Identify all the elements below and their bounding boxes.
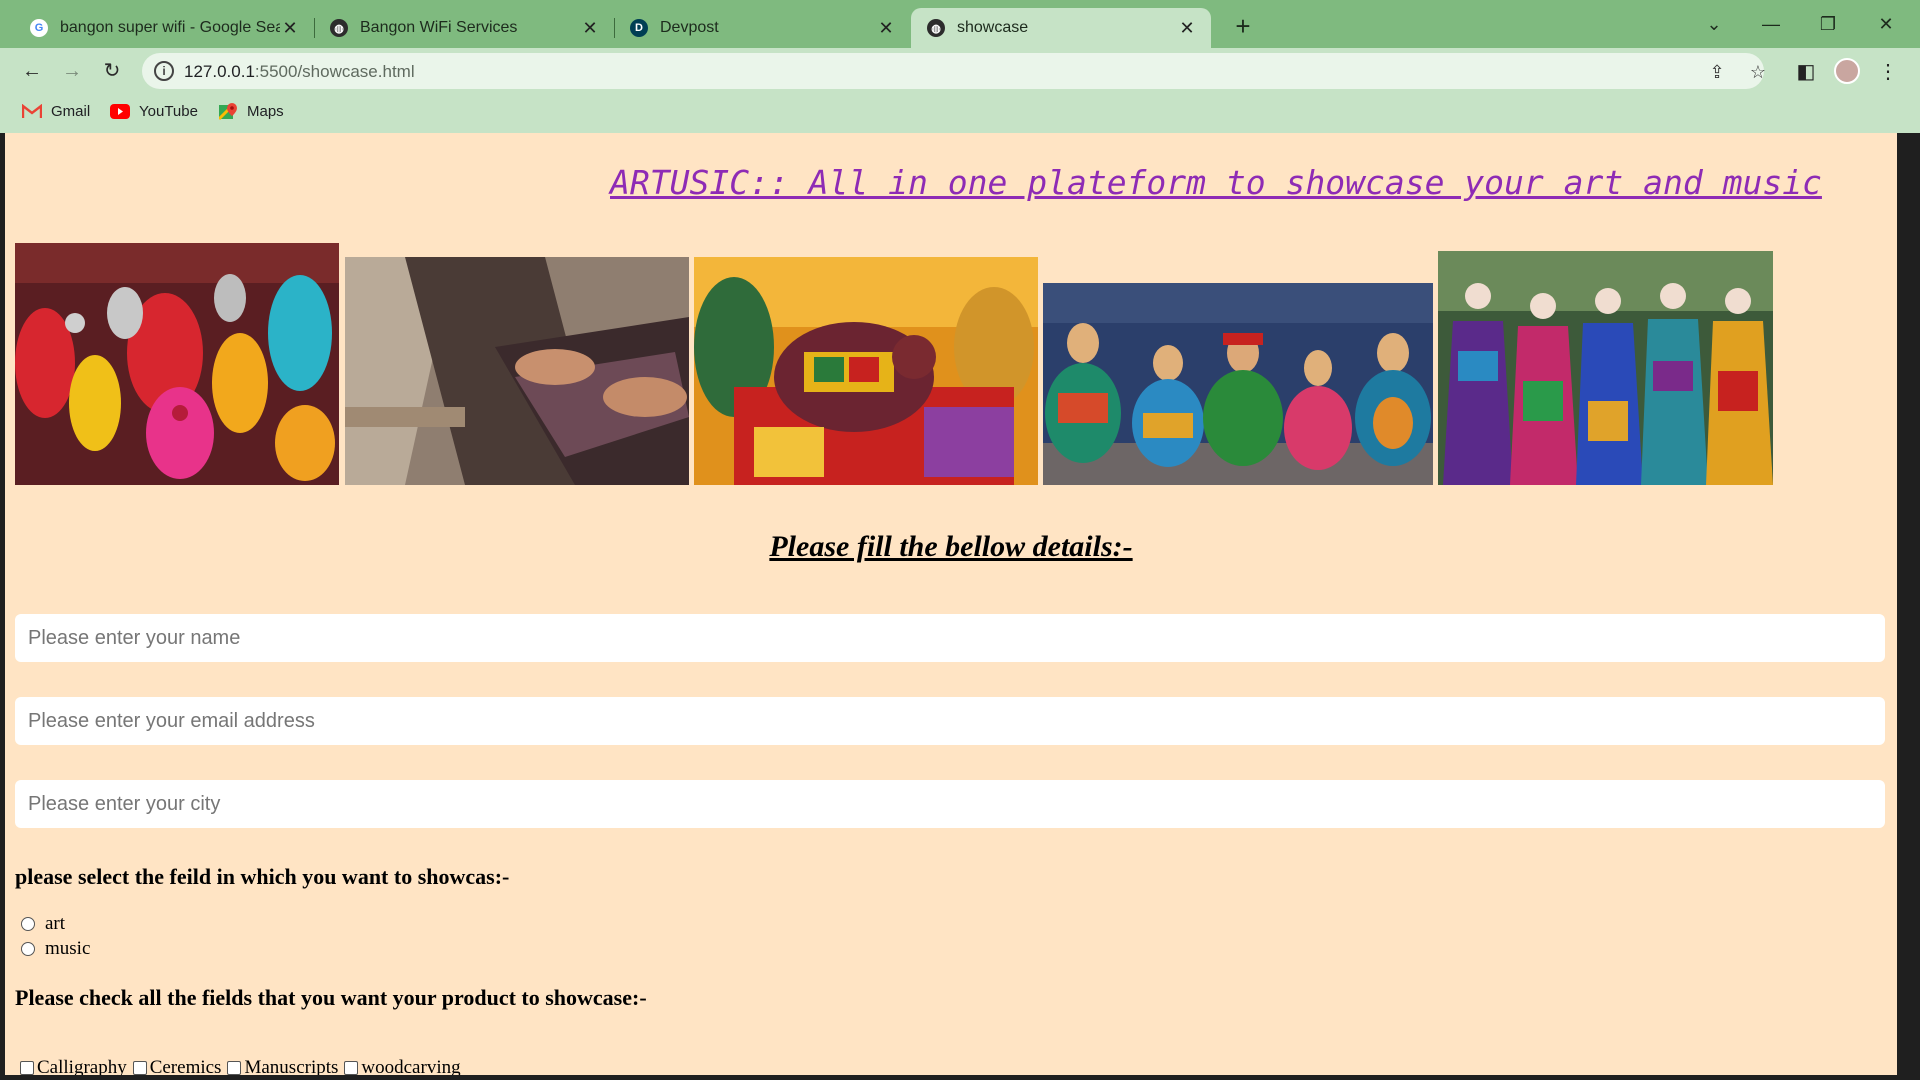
- browser-toolbar: ← → ↻ i 127.0.0.1:5500/showcase.html ⇪ ☆…: [0, 48, 1920, 93]
- image-gallery: [15, 237, 1785, 485]
- woodcarving-checkbox[interactable]: [344, 1061, 359, 1075]
- puppets-photo: [1438, 251, 1773, 485]
- gmail-icon: [22, 104, 42, 120]
- globe-icon: ◍: [927, 19, 945, 37]
- radio-label: art: [45, 913, 66, 934]
- tab-google-search[interactable]: G bangon super wifi - Google Sear ✕: [14, 8, 314, 48]
- restore-button[interactable]: ❐: [1808, 8, 1848, 40]
- side-panel-icon[interactable]: ◧: [1792, 58, 1820, 86]
- tab-devpost[interactable]: D Devpost ✕: [614, 8, 910, 48]
- site-info-icon[interactable]: i: [154, 61, 174, 81]
- page-viewport: ARTUSIC:: All in one plateform to showca…: [5, 133, 1897, 1075]
- tab-title: showcase: [957, 19, 1029, 36]
- close-window-button[interactable]: ✕: [1866, 8, 1906, 40]
- tab-showcase[interactable]: ◍ showcase ✕: [911, 8, 1211, 48]
- page-title[interactable]: ARTUSIC:: All in one plateform to showca…: [610, 163, 1822, 202]
- field-question-label: please select the feild in which you wan…: [15, 864, 510, 889]
- url-host: 127.0.0.1: [184, 62, 255, 81]
- globe-icon: ◍: [330, 19, 348, 37]
- tab-bangon-wifi[interactable]: ◍ Bangon WiFi Services ✕: [314, 8, 614, 48]
- back-arrow-icon[interactable]: ←: [17, 56, 47, 86]
- bookmark-star-icon[interactable]: ☆: [1747, 61, 1769, 83]
- checkbox-question-label: Please check all the fields that you wan…: [15, 985, 647, 1010]
- bookmark-youtube[interactable]: YouTube: [110, 103, 198, 120]
- minimize-button[interactable]: —: [1751, 8, 1791, 40]
- bookmark-label: YouTube: [139, 103, 198, 120]
- painted-elephant-photo: [694, 257, 1038, 485]
- calligraphy-option[interactable]: Calligraphy: [20, 1057, 127, 1075]
- tab-strip: G bangon super wifi - Google Sear ✕ ◍ Ba…: [0, 0, 1920, 48]
- maps-icon: [218, 102, 238, 120]
- art-radio[interactable]: [21, 917, 35, 931]
- forward-arrow-icon[interactable]: →: [57, 56, 87, 86]
- youtube-icon: [110, 104, 130, 120]
- share-icon[interactable]: ⇪: [1706, 61, 1728, 83]
- bookmark-gmail[interactable]: Gmail: [22, 103, 90, 120]
- city-input[interactable]: [15, 780, 1885, 828]
- bookmark-label: Maps: [247, 103, 284, 120]
- tab-title: Bangon WiFi Services: [360, 19, 518, 36]
- bookmarks-bar: Gmail YouTube Maps: [0, 93, 1920, 133]
- close-icon[interactable]: ✕: [580, 18, 600, 39]
- close-icon[interactable]: ✕: [876, 18, 896, 39]
- profile-avatar[interactable]: [1834, 58, 1860, 84]
- musician-figurines-photo: [1043, 283, 1433, 485]
- email-input[interactable]: [15, 697, 1885, 745]
- woodcarving-option[interactable]: woodcarving: [344, 1057, 461, 1075]
- checkbox-label: Calligraphy: [37, 1057, 127, 1075]
- music-radio[interactable]: [21, 942, 35, 956]
- bookmark-maps[interactable]: Maps: [218, 102, 284, 120]
- close-icon[interactable]: ✕: [280, 18, 300, 39]
- checkbox-label: Ceremics: [149, 1057, 222, 1075]
- browser-chrome: G bangon super wifi - Google Sear ✕ ◍ Ba…: [0, 0, 1920, 133]
- showcase-checkbox-group: Calligraphy Ceremics Manuscripts woodcar…: [20, 1057, 467, 1075]
- radio-music-row[interactable]: music: [21, 938, 90, 960]
- ceremics-checkbox[interactable]: [132, 1061, 147, 1075]
- radio-art-row[interactable]: art: [21, 913, 65, 935]
- weaving-loom-photo: [345, 257, 689, 485]
- menu-kebab-icon[interactable]: ⋮: [1874, 58, 1902, 86]
- manuscripts-option[interactable]: Manuscripts: [227, 1057, 338, 1075]
- tab-search-chevron-icon[interactable]: ⌄: [1694, 8, 1734, 40]
- google-g-icon: G: [30, 19, 48, 37]
- new-tab-button[interactable]: +: [1228, 12, 1258, 42]
- tab-title: Devpost: [660, 19, 719, 36]
- reload-icon[interactable]: ↻: [97, 56, 127, 86]
- tab-title: bangon super wifi - Google Sear: [60, 19, 280, 36]
- bookmark-label: Gmail: [51, 103, 91, 120]
- ceremics-option[interactable]: Ceremics: [132, 1057, 222, 1075]
- jewellery-photo: [15, 243, 339, 485]
- name-input[interactable]: [15, 614, 1885, 662]
- devpost-d-icon: D: [630, 19, 648, 37]
- manuscripts-checkbox[interactable]: [227, 1061, 242, 1075]
- radio-label: music: [45, 938, 91, 959]
- close-icon[interactable]: ✕: [1177, 18, 1197, 39]
- calligraphy-checkbox[interactable]: [20, 1061, 34, 1075]
- address-bar[interactable]: i 127.0.0.1:5500/showcase.html ⇪ ☆: [142, 53, 1766, 89]
- url-path: :5500/showcase.html: [254, 62, 415, 81]
- checkbox-label: Manuscripts: [244, 1057, 339, 1075]
- form-heading: Please fill the bellow details:-: [769, 530, 1133, 563]
- checkbox-label: woodcarving: [361, 1057, 461, 1075]
- address-url[interactable]: 127.0.0.1:5500/showcase.html: [184, 62, 415, 82]
